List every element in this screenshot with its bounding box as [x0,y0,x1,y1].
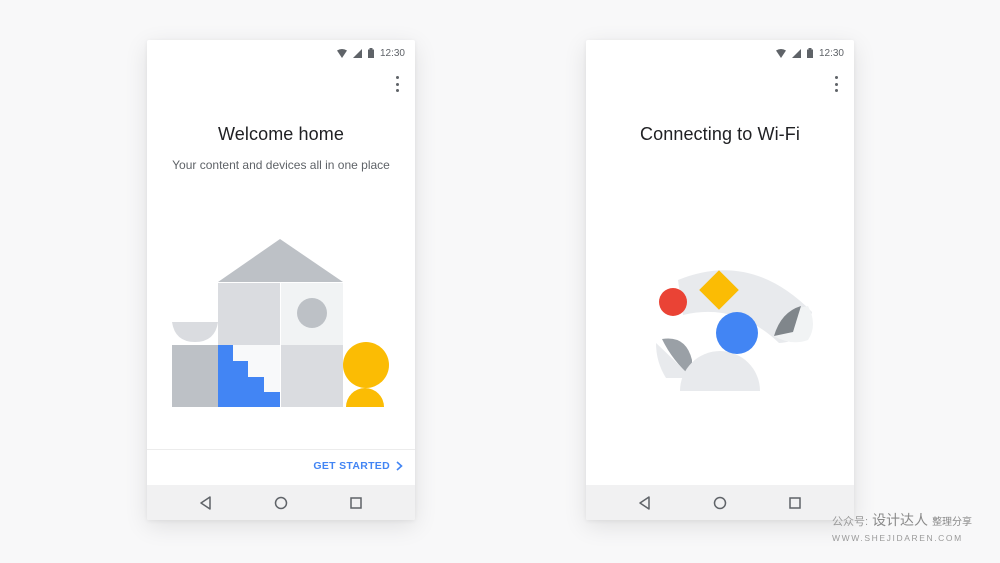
red-dot [659,288,687,316]
phone-screen-welcome: 12:30 Welcome home Your content and devi… [147,40,415,520]
house-block [281,345,343,407]
house-window-circle [297,298,327,328]
wifi-illustration [656,270,813,391]
navigation-bar [586,485,854,520]
watermark-url: WWW.SHEJIDAREN.COM [832,533,963,543]
house-roof [218,239,343,282]
recents-icon[interactable] [787,495,803,511]
home-illustration [172,239,389,407]
home-icon[interactable] [273,495,289,511]
bottom-action-bar: GET STARTED [147,449,415,485]
back-icon[interactable] [637,495,653,511]
watermark-suffix: 整理分享 [932,517,973,528]
figure-head [343,342,389,388]
watermark-prefix: 公众号: [832,516,869,528]
house-block [172,345,218,407]
get-started-label: GET STARTED [313,460,390,472]
bowl-shape [172,322,218,342]
back-icon[interactable] [198,495,214,511]
phone-screen-connecting: 12:30 Connecting to Wi-Fi [586,40,854,520]
navigation-bar [147,485,415,520]
watermark: 公众号: 设计达人 整理分享 WWW.SHEJIDAREN.COM [832,510,992,543]
blue-dot [716,312,758,354]
half-dome [680,351,760,391]
get-started-button[interactable]: GET STARTED [313,460,403,472]
home-icon[interactable] [712,495,728,511]
chevron-right-icon [396,461,403,471]
figure-body [346,388,384,407]
recents-icon[interactable] [348,495,364,511]
house-block [218,283,280,345]
watermark-brand: 设计达人 [872,512,929,528]
